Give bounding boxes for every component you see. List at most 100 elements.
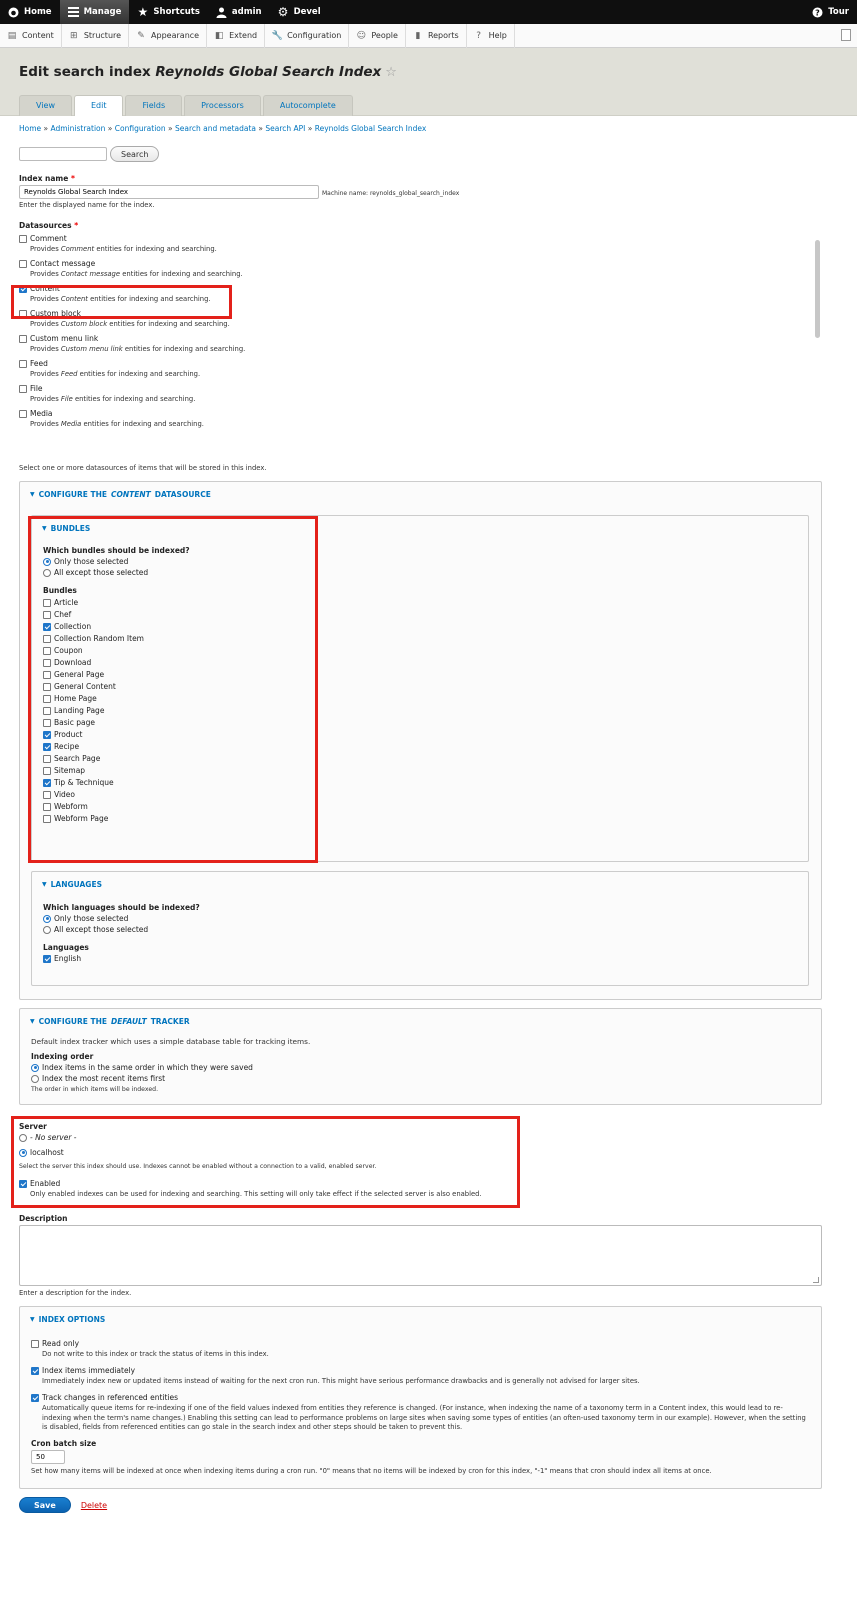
datasource-checkbox-row[interactable]: Comment [19,234,822,243]
radio[interactable] [31,1074,39,1083]
tray-orientation-toggle[interactable] [841,29,851,41]
search-input[interactable] [19,147,107,161]
checkbox[interactable] [19,259,27,268]
page-header: Edit search index Reynolds Global Search… [0,48,857,116]
tray-item-extend[interactable]: ◧ Extend [207,23,266,48]
datasource-checkbox-row[interactable]: Contact message [19,259,822,268]
radio[interactable] [43,914,51,923]
track-changes-description: Automatically queue items for re-indexin… [42,1404,806,1432]
highlight-box-content [11,285,232,319]
checkbox[interactable] [31,1339,39,1348]
datasources-field: Datasources * Comment Provides Comment en… [19,219,822,464]
checkbox-label: Index items immediately [42,1366,136,1375]
tray-item-reports[interactable]: ▮ Reports [406,23,467,48]
tab-autocomplete[interactable]: Autocomplete [262,95,353,116]
highlight-box-bundles [28,516,318,863]
desc-text: entities for indexing and searching. [72,395,196,403]
tray-item-help[interactable]: ? Help [467,23,515,48]
checkbox[interactable] [19,334,27,343]
desc-text: Provides [30,270,61,278]
resize-grip-icon[interactable] [813,1277,819,1283]
toolbar-devel[interactable]: ⚙ Devel [270,0,329,24]
description-field: Description Enter a description for the … [19,1212,822,1299]
breadcrumb-link[interactable]: Search API [265,124,305,133]
breadcrumb-link[interactable]: Search and metadata [175,124,256,133]
indexing-order-option[interactable]: Index items in the same order in which t… [31,1063,310,1072]
shortcut-star-icon[interactable]: ☆ [385,65,397,80]
checkbox[interactable] [19,234,27,243]
toolbar-user[interactable]: admin [208,0,270,24]
checkbox[interactable] [19,384,27,393]
toolbar-tour[interactable]: ? Tour [804,0,857,24]
languages-option[interactable]: All except those selected [43,925,200,934]
checkbox[interactable] [19,409,27,418]
tab-view[interactable]: View [19,95,72,116]
checkbox[interactable] [19,359,27,368]
paintbrush-icon: ✎ [137,30,145,41]
index-name-input[interactable] [19,185,319,199]
description-textarea[interactable] [19,1225,822,1286]
datasource-checkbox-row[interactable]: Media [19,409,822,418]
page-title-prefix: Edit search index [19,64,151,80]
drupal-icon [8,7,19,18]
index-options-legend: Index options [38,1315,106,1324]
tray-item-configuration[interactable]: 🔧 Configuration [265,23,350,48]
languages-option[interactable]: Only those selected [43,914,200,923]
read-only-row[interactable]: Read only [31,1339,811,1348]
breadcrumb-link[interactable]: Administration [51,124,106,133]
languages-list-label: Languages [43,943,89,952]
index-immediately-row[interactable]: Index items immediately [31,1366,811,1375]
index-name-field: Index name * Machine name: reynolds_glob… [19,172,459,211]
track-changes-row[interactable]: Track changes in referenced entities [31,1393,811,1402]
desc-emphasis: Contact message [60,270,121,278]
checkbox-label: Comment [30,234,67,243]
toolbar-shortcuts[interactable]: ★ Shortcuts [129,0,207,24]
tray-item-content[interactable]: ▤ Content [0,23,62,48]
toolbar-manage-label: Manage [83,7,122,17]
checkbox[interactable] [31,1393,39,1402]
collapse-triangle-icon: ▼ [42,881,47,888]
toolbar-home[interactable]: Home [0,0,60,24]
desc-text: entities for indexing and searching. [77,370,201,378]
delete-link[interactable]: Delete [81,1501,107,1510]
radio[interactable] [43,925,51,934]
cron-batch-input[interactable] [31,1449,65,1464]
admin-toolbar: Home Manage ★ Shortcuts admin ⚙ Devel ? … [0,0,857,24]
legend-prefix: Configure the [38,1017,107,1026]
toolbar-manage[interactable]: Manage [59,0,130,24]
index-options-body: Read only Do not write to this index or … [31,1337,811,1477]
tray-item-structure[interactable]: ⊞ Structure [62,23,130,48]
indexing-order-option[interactable]: Index the most recent items first [31,1074,310,1083]
indexing-order-label: Indexing order [31,1052,94,1061]
tray-item-label: People [371,31,398,40]
cron-batch-label: Cron batch size [31,1438,97,1448]
breadcrumb-link[interactable]: Reynolds Global Search Index [315,124,427,133]
tracker-description: Default index tracker which uses a simpl… [31,1037,311,1046]
admin-tray: ▤ Content ⊞ Structure ✎ Appearance ◧ Extend … [0,23,857,48]
datasource-checkbox-row[interactable]: Feed [19,359,822,368]
save-button[interactable]: Save [19,1497,71,1513]
breadcrumb-link[interactable]: Home [19,124,41,133]
languages-toggle[interactable]: ▼ Languages [42,880,102,889]
checkbox[interactable] [31,1366,39,1375]
index-options-toggle[interactable]: ▼ Index options [30,1315,105,1324]
tracker-toggle[interactable]: ▼ Configure the default tracker [30,1017,190,1026]
search-button[interactable]: Search [110,146,160,162]
tray-item-people[interactable]: ☺ People [349,23,406,48]
tab-fields[interactable]: Fields [125,95,183,116]
sitemap-icon: ⊞ [70,30,78,41]
datasources-list[interactable]: Comment Provides Comment entities for ind… [19,232,822,464]
tab-edit[interactable]: Edit [73,95,124,116]
checkbox[interactable] [43,954,51,963]
datasource-checkbox-row[interactable]: File [19,384,822,393]
content-datasource-toggle[interactable]: ▼ Configure the Content datasource [30,490,211,499]
page-title-index-name: Reynolds Global Search Index [155,64,382,80]
tab-processors[interactable]: Processors [184,95,261,116]
tray-item-appearance[interactable]: ✎ Appearance [129,23,208,48]
datasources-scrollbar[interactable] [815,240,820,338]
language-english[interactable]: English [43,954,200,963]
required-marker: * [74,221,79,230]
breadcrumb-link[interactable]: Configuration [115,124,166,133]
datasource-checkbox-row[interactable]: Custom menu link [19,334,822,343]
radio[interactable] [31,1063,39,1072]
